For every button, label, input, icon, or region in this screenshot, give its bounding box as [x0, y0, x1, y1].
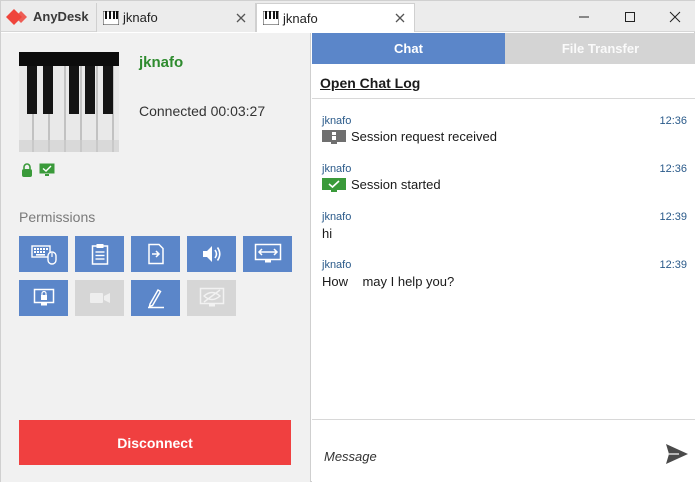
close-window-button[interactable]	[658, 1, 692, 32]
verified-screen-icon	[39, 163, 55, 176]
message-body: Session started	[351, 177, 441, 192]
message-author: jknafo	[322, 163, 352, 175]
message-author: jknafo	[322, 211, 352, 223]
lock-desk-icon	[33, 288, 54, 306]
chat-panel: Chat File Transfer Open Chat Log jknafo …	[312, 33, 695, 482]
permission-keyboard-mouse-button[interactable]	[19, 236, 68, 272]
minimize-button[interactable]	[567, 1, 601, 32]
message-time: 12:39	[659, 211, 687, 223]
message-input[interactable]	[324, 445, 644, 467]
clipboard-icon	[91, 244, 108, 265]
tab-chat[interactable]: Chat	[312, 33, 505, 64]
message-time: 12:36	[659, 163, 687, 175]
permission-clipboard-button[interactable]	[75, 236, 124, 272]
sound-icon	[202, 246, 221, 262]
divider	[312, 98, 695, 99]
close-icon	[669, 11, 681, 22]
status-icons	[21, 163, 55, 177]
permission-privacy-button[interactable]	[187, 280, 236, 316]
control-screen-icon	[254, 243, 281, 263]
message-time: 12:36	[659, 115, 687, 127]
draw-pen-icon	[147, 288, 164, 309]
permission-control-screen-button[interactable]	[243, 236, 292, 272]
session-started-icon	[322, 177, 346, 192]
message-text: How may I help you?	[322, 274, 455, 289]
message-body: Session request received	[351, 129, 497, 144]
tab-file-transfer[interactable]: File Transfer	[505, 33, 695, 64]
close-tab-icon[interactable]	[394, 12, 406, 24]
message-author: jknafo	[322, 115, 352, 127]
close-tab-icon[interactable]	[235, 12, 247, 24]
permission-sound-button[interactable]	[187, 236, 236, 272]
message-text: Session started	[322, 177, 441, 192]
maximize-icon	[625, 11, 635, 22]
video-icon	[89, 293, 110, 303]
remote-username: jknafo	[139, 54, 184, 71]
title-bar: AnyDesk jknafo jknafo	[1, 1, 695, 32]
piano-thumbnail-icon	[263, 11, 279, 25]
tab-label: jknafo	[283, 10, 318, 26]
divider	[312, 419, 695, 420]
permissions-heading: Permissions	[19, 209, 96, 225]
tab-label: jknafo	[123, 10, 158, 25]
session-request-icon	[322, 129, 346, 144]
send-icon	[666, 444, 688, 464]
encryption-lock-icon	[22, 163, 32, 177]
session-tab-1[interactable]: jknafo	[96, 3, 256, 32]
open-chat-log-link[interactable]: Open Chat Log	[320, 75, 420, 91]
minimize-icon	[579, 16, 589, 17]
permission-draw-button[interactable]	[131, 280, 180, 316]
permission-file-transfer-button[interactable]	[131, 236, 180, 272]
message-time: 12:39	[659, 259, 687, 271]
remote-avatar	[19, 52, 119, 152]
session-panel: jknafo Connected 00:03:27 Permissions Di…	[1, 33, 311, 482]
connection-status: Connected 00:03:27	[139, 103, 266, 119]
disconnect-button[interactable]: Disconnect	[19, 420, 291, 465]
app-name: AnyDesk	[33, 9, 89, 24]
permission-lock-desk-button[interactable]	[19, 280, 68, 316]
keyboard-mouse-icon	[30, 245, 57, 265]
send-button[interactable]	[664, 441, 690, 467]
piano-keys-image	[19, 52, 119, 152]
privacy-screen-icon	[199, 287, 224, 307]
message-text: hi	[322, 226, 333, 241]
permission-video-button[interactable]	[75, 280, 124, 316]
anydesk-window: AnyDesk jknafo jknafo jknafo Connected 0…	[0, 0, 695, 482]
message-author: jknafo	[322, 259, 352, 271]
message-text: Session request received	[322, 129, 497, 144]
panel-tabs: Chat File Transfer	[312, 33, 695, 64]
anydesk-logo-icon	[6, 8, 27, 25]
maximize-button[interactable]	[613, 1, 647, 32]
session-tab-2[interactable]: jknafo	[256, 3, 415, 32]
app-brand[interactable]: AnyDesk	[1, 1, 96, 32]
piano-thumbnail-icon	[103, 10, 119, 25]
file-transfer-icon	[147, 243, 164, 265]
